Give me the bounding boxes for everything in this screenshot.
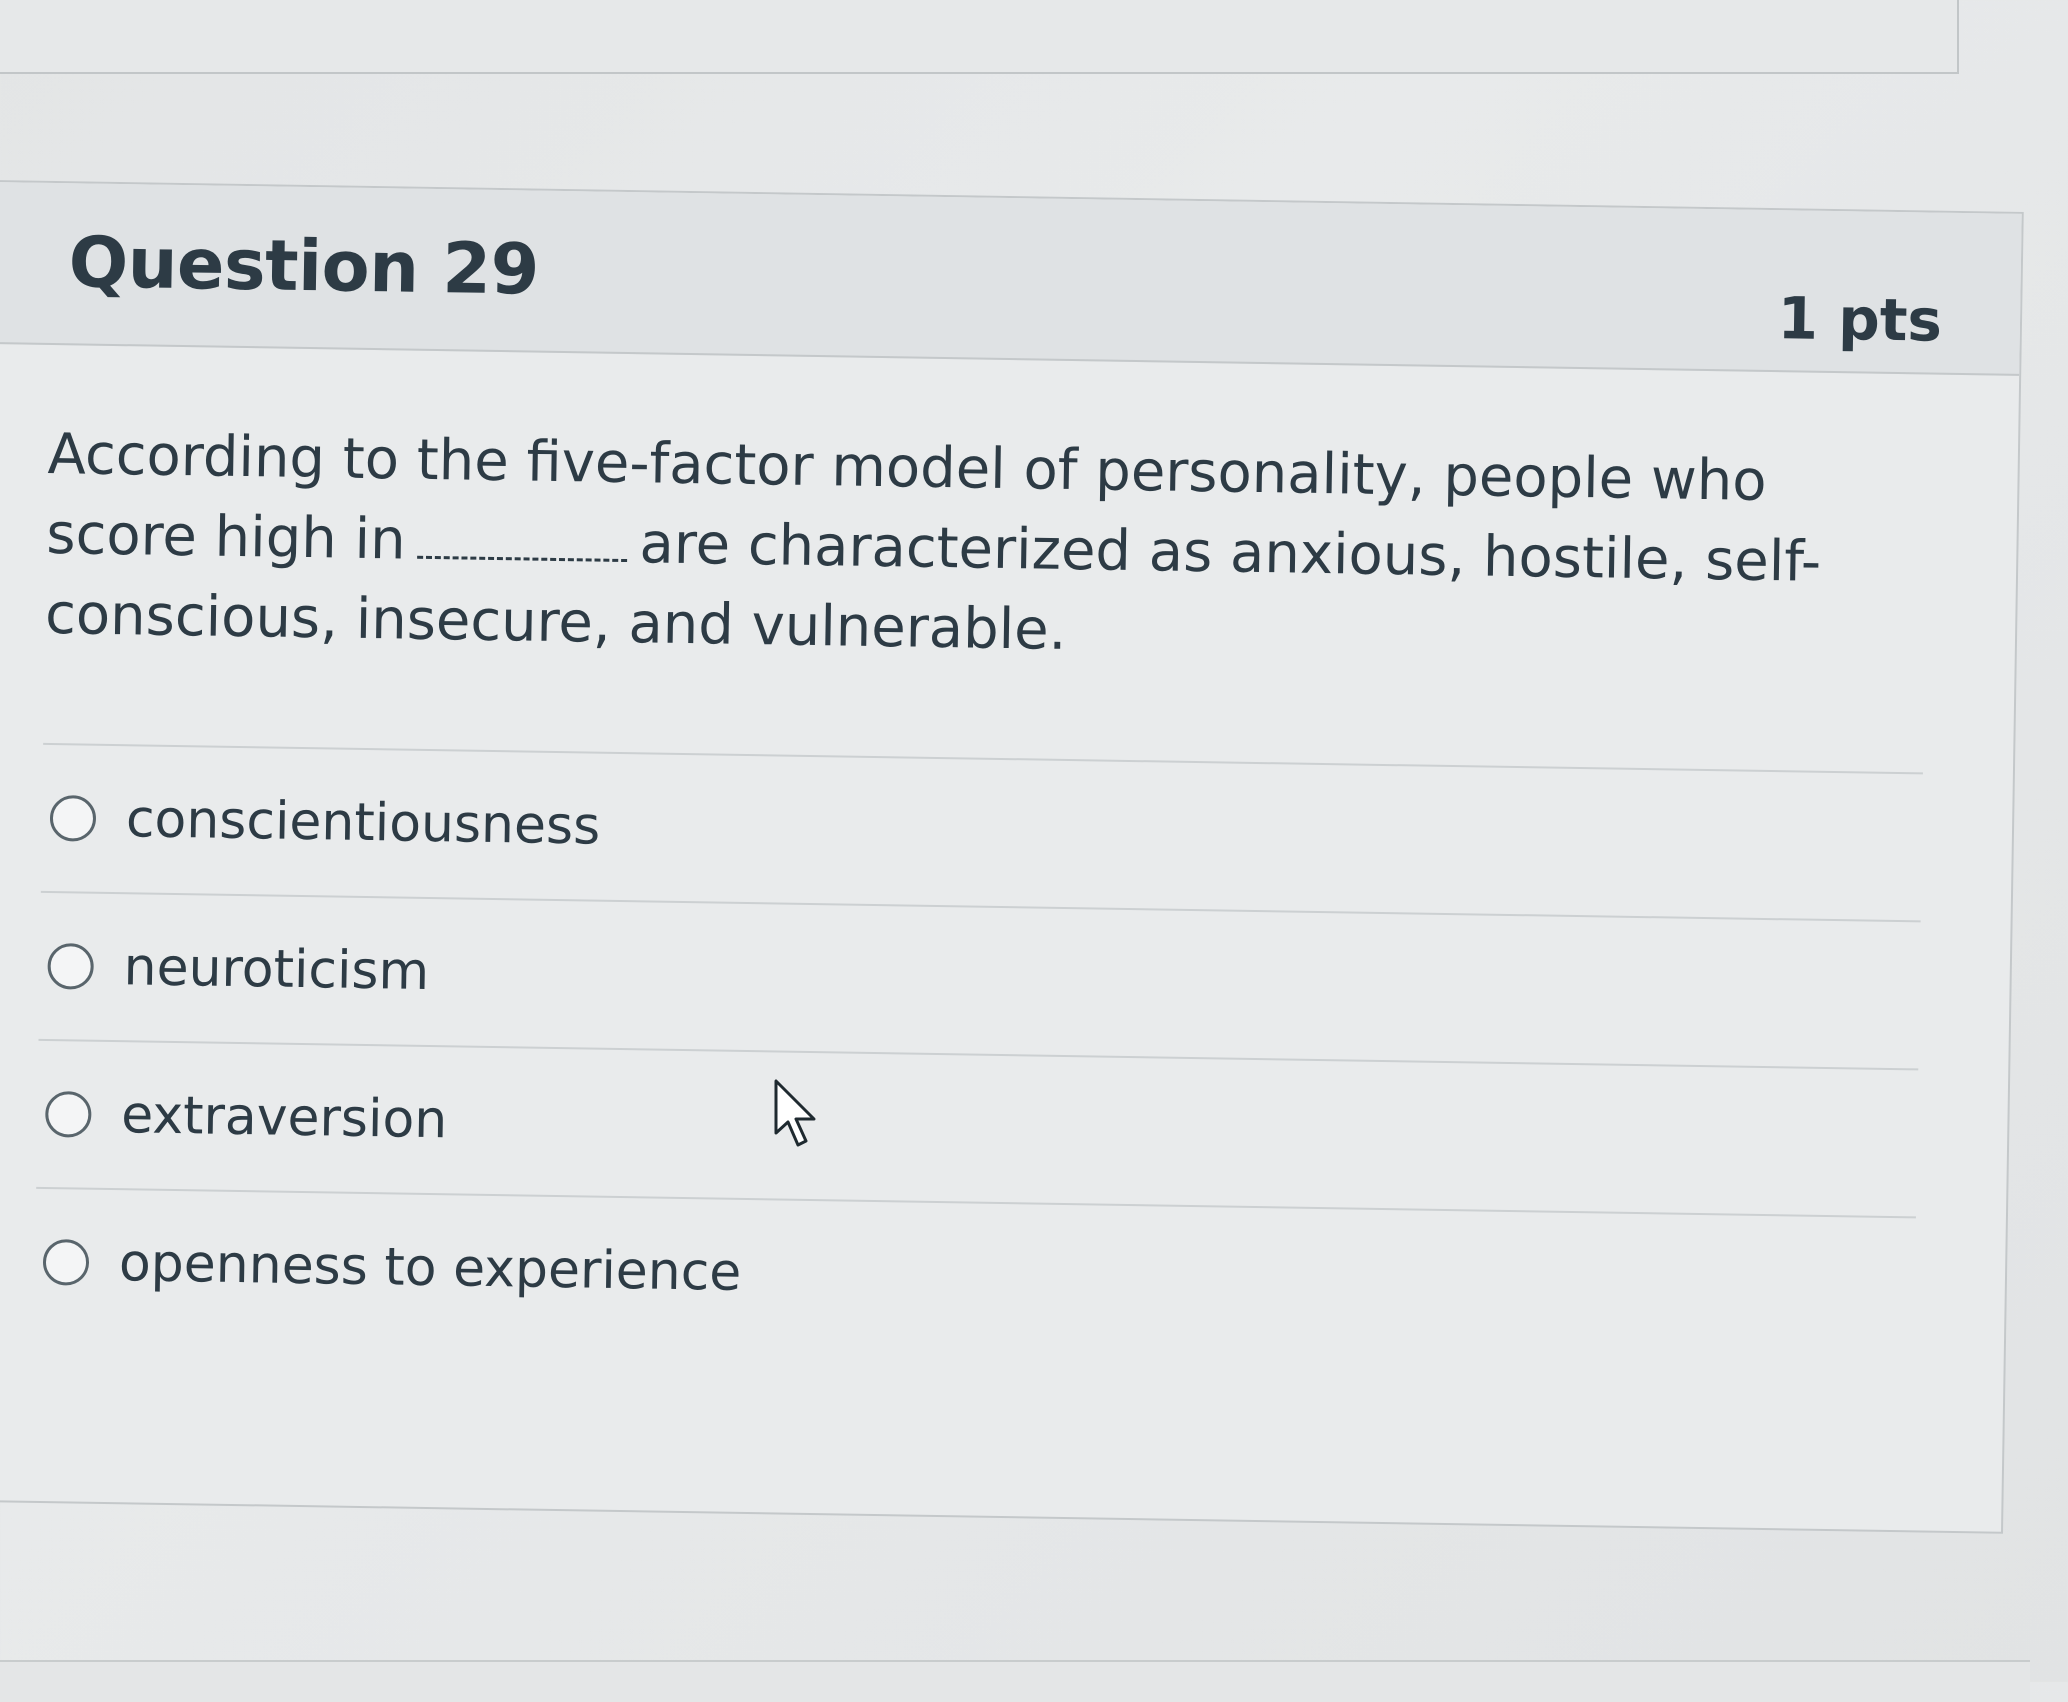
- question-title: Question 29: [68, 221, 540, 311]
- answer-list: conscientiousness neuroticism extraversi…: [33, 742, 1923, 1365]
- question-text: According to the five-factor model of pe…: [45, 415, 1909, 684]
- radio-button-icon[interactable]: [42, 1238, 90, 1286]
- arrow-pointer-icon: [774, 1079, 816, 1147]
- radio-button-icon[interactable]: [49, 795, 97, 842]
- answer-label: neuroticism: [123, 937, 430, 1002]
- answer-option-conscientiousness[interactable]: conscientiousness: [40, 744, 1923, 923]
- previous-question-card-edge: [0, 0, 1959, 74]
- answer-option-openness-to-experience[interactable]: openness to experience: [34, 1189, 1916, 1365]
- radio-button-icon[interactable]: [44, 1090, 92, 1138]
- question-card: Question 29 1 pts According to the five-…: [0, 180, 2024, 1534]
- answer-option-extraversion[interactable]: extraversion: [36, 1040, 1919, 1219]
- answer-label: openness to experience: [118, 1233, 742, 1303]
- answer-option-neuroticism[interactable]: neuroticism: [38, 892, 1921, 1071]
- next-question-card-edge: [0, 1660, 2030, 1702]
- question-header: Question 29 1 pts: [0, 182, 2022, 376]
- answer-label: conscientiousness: [125, 789, 601, 857]
- question-body: According to the five-factor model of pe…: [0, 344, 2019, 1366]
- answer-label: extraversion: [120, 1085, 448, 1151]
- question-points: 1 pts: [1777, 284, 1943, 355]
- radio-button-icon[interactable]: [47, 943, 95, 990]
- fill-in-blank: [417, 515, 628, 563]
